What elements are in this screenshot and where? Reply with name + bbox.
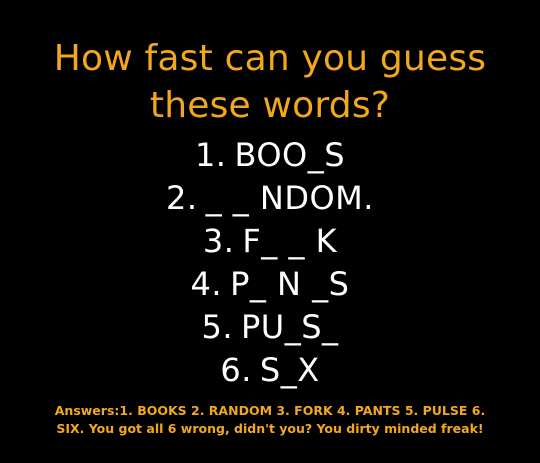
puzzle-list: 1. BOO_S 2. _ _ NDOM. 3. F_ _ K 4. P_ N _S 5… <box>0 134 540 392</box>
puzzle-number: 4. <box>190 265 223 303</box>
puzzle-pattern: P_ N _S <box>230 265 350 303</box>
puzzle-number: 5. <box>201 308 233 346</box>
title-line-1: How fast can you guess <box>53 38 487 79</box>
puzzle-pattern: PU_S_ <box>241 308 339 346</box>
puzzle-item-1: 1. BOO_S <box>0 134 540 177</box>
puzzle-item-5: 5. PU_S_ <box>0 306 540 349</box>
puzzle-item-3: 3. F_ _ K <box>0 220 540 263</box>
puzzle-pattern: F_ _ K <box>242 222 338 260</box>
answers-line-2: SIX. You got all 6 wrong, didn't you? Yo… <box>56 421 484 436</box>
puzzle-number: 2. <box>166 179 198 217</box>
puzzle-item-4: 4. P_ N _S <box>0 263 540 306</box>
answers-line-1: Answers:1. BOOKS 2. RANDOM 3. FORK 4. PA… <box>54 403 486 418</box>
puzzle-number: 3. <box>202 222 235 260</box>
puzzle-item-2: 2. _ _ NDOM. <box>0 177 540 220</box>
answers-caption: Answers:1. BOOKS 2. RANDOM 3. FORK 4. PA… <box>0 402 540 438</box>
puzzle-pattern: S_X <box>259 351 320 389</box>
puzzle-number: 1. <box>194 136 227 174</box>
puzzle-number: 6. <box>220 351 252 389</box>
puzzle-pattern: _ _ NDOM. <box>205 179 374 217</box>
title-line-2: these words? <box>149 85 391 126</box>
puzzle-item-6: 6. S_X <box>0 349 540 392</box>
meme-image: How fast can you guess these words? 1. BO… <box>0 0 540 463</box>
puzzle-pattern: BOO_S <box>234 136 346 174</box>
